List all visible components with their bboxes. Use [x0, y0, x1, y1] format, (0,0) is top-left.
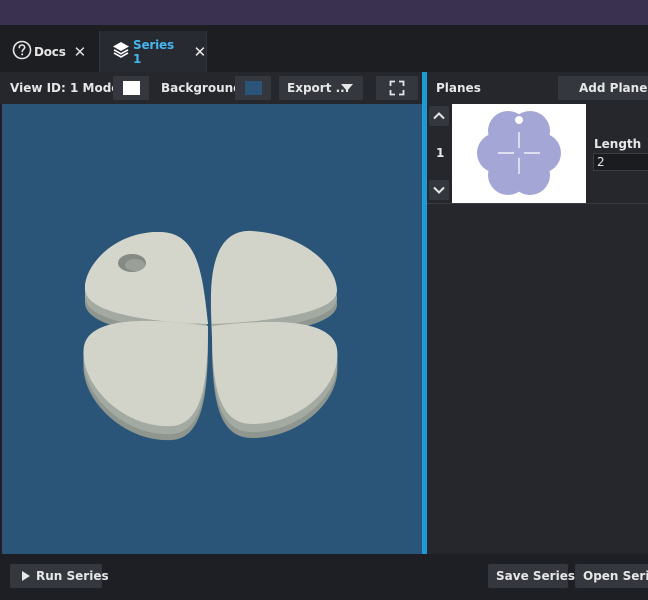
model-color-button[interactable]: [113, 76, 149, 100]
open-series-button[interactable]: Open Series: [575, 564, 648, 588]
background-color-swatch: [245, 81, 262, 95]
model-color-swatch: [123, 81, 140, 95]
plane-row: 1 Length: [427, 104, 648, 204]
planes-header: Planes Add Plane: [427, 72, 648, 104]
background-color-button[interactable]: [235, 76, 271, 100]
run-series-label: Run Series: [36, 569, 109, 583]
plane-thumbnail[interactable]: [452, 104, 586, 203]
chevron-down-icon: [433, 186, 445, 194]
3d-viewport[interactable]: [2, 104, 422, 554]
planes-title: Planes: [436, 81, 481, 95]
planes-list-empty-area: [427, 204, 648, 554]
plane-index: 1: [436, 146, 445, 160]
open-series-label: Open Series: [583, 569, 648, 583]
length-input[interactable]: [593, 153, 648, 171]
add-plane-label: Add Plane: [579, 81, 648, 95]
tab-series-label: Series 1: [133, 37, 174, 66]
footer-bar: Run Series Save Series Open Series: [0, 554, 648, 600]
close-icon[interactable]: ✕: [194, 43, 207, 61]
clover-shape-icon: [477, 111, 561, 195]
length-label: Length: [594, 137, 642, 151]
layers-icon: [111, 40, 131, 63]
viewer-toolbar: View ID: 1 Model Background Export ...: [0, 72, 422, 104]
window-title-bar: [0, 0, 648, 25]
background-label: Background: [161, 81, 242, 95]
run-series-button[interactable]: Run Series: [10, 564, 109, 588]
close-icon[interactable]: ✕: [74, 43, 87, 61]
clover-model: [83, 230, 338, 441]
tab-series-1[interactable]: Series 1 ✕: [99, 31, 207, 72]
move-up-button[interactable]: [429, 106, 449, 126]
view-id-label: View ID: 1 Model: [10, 81, 124, 95]
chevron-up-icon: [433, 112, 445, 120]
add-plane-button[interactable]: Add Plane: [558, 76, 648, 100]
save-series-button[interactable]: Save Series: [488, 564, 575, 588]
export-label: Export ...: [287, 81, 350, 95]
export-dropdown[interactable]: Export ...: [279, 76, 363, 100]
tab-bar: Docs ✕ Series 1 ✕: [0, 25, 648, 72]
fullscreen-button[interactable]: [376, 76, 418, 100]
tab-docs[interactable]: Docs ✕: [12, 31, 98, 72]
tab-docs-label: Docs: [34, 44, 66, 59]
help-circle-icon: [12, 40, 32, 63]
move-down-button[interactable]: [429, 180, 449, 200]
fullscreen-icon: [389, 80, 405, 96]
save-series-label: Save Series: [496, 569, 575, 583]
caret-down-icon: [341, 84, 353, 91]
play-icon: [22, 571, 30, 581]
